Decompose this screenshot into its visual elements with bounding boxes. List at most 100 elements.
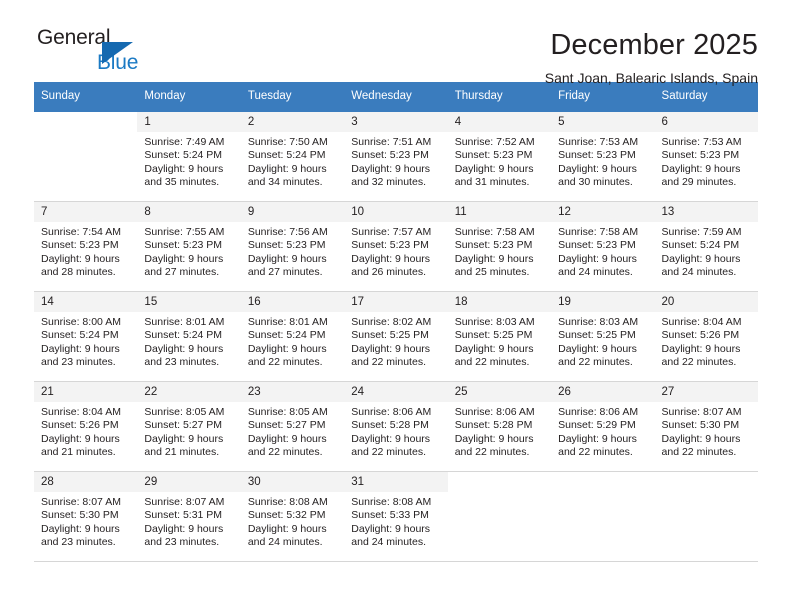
sunrise-text: Sunrise: 7:58 AM	[558, 226, 639, 238]
calendar-day-cell[interactable]: 4 Sunrise: 7:52 AM Sunset: 5:23 PM Daylight…	[447, 111, 552, 202]
day-number: 26	[551, 382, 655, 402]
calendar-day-cell[interactable]: 13 Sunrise: 7:59 AM Sunset: 5:24 PM Dayligh…	[654, 201, 758, 292]
calendar-day-cell[interactable]: 29 Sunrise: 8:07 AM Sunset: 5:31 PM Dayligh…	[137, 471, 241, 562]
day-number: 13	[654, 202, 758, 222]
sunrise-text: Sunrise: 8:04 AM	[41, 406, 121, 418]
day-number: 9	[240, 202, 345, 222]
calendar-day-cell[interactable]: 10 Sunrise: 7:57 AM Sunset: 5:23 PM Dayligh…	[344, 201, 448, 292]
calendar-day-cell[interactable]: 12 Sunrise: 7:58 AM Sunset: 5:23 PM Dayligh…	[551, 201, 655, 292]
calendar-day-cell[interactable]: 14 Sunrise: 8:00 AM Sunset: 5:24 PM Dayligh…	[34, 291, 138, 382]
calendar-day-cell[interactable]: 9 Sunrise: 7:56 AM Sunset: 5:23 PM Daylight…	[240, 201, 345, 292]
sunset-text: Sunset: 5:24 PM	[144, 149, 223, 162]
sunset-text: Sunset: 5:25 PM	[351, 329, 429, 342]
day-number: 29	[137, 472, 241, 492]
daylight-text: and 25 minutes.	[454, 266, 530, 279]
day-number: 19	[551, 292, 655, 312]
daylight-text: and 22 minutes.	[247, 446, 323, 459]
daylight-text: Daylight: 9 hours	[558, 252, 637, 265]
day-details: Sunrise: 8:03 AM Sunset: 5:25 PM Daylight:…	[448, 312, 551, 370]
sunrise-text: Sunrise: 7:56 AM	[247, 226, 328, 238]
calendar-week-row: 1 Sunrise: 7:49 AM Sunset: 5:24 PM Daylight…	[34, 111, 758, 202]
calendar-day-cell[interactable]: 31 Sunrise: 8:08 AM Sunset: 5:33 PM Dayligh…	[344, 471, 448, 562]
sunrise-text: Sunrise: 7:59 AM	[661, 226, 742, 238]
daylight-text: Daylight: 9 hours	[454, 252, 534, 265]
sunrise-text: Sunrise: 8:07 AM	[144, 496, 225, 508]
daylight-text: Daylight: 9 hours	[351, 522, 431, 535]
calendar-day-cell[interactable]: 21 Sunrise: 8:04 AM Sunset: 5:26 PM Dayligh…	[34, 381, 138, 472]
sunrise-text: Sunrise: 7:55 AM	[144, 226, 225, 238]
calendar-day-cell[interactable]: 28 Sunrise: 8:07 AM Sunset: 5:30 PM Dayligh…	[34, 471, 138, 562]
daylight-text: and 28 minutes.	[41, 266, 116, 279]
calendar-day-cell[interactable]: 6 Sunrise: 7:53 AM Sunset: 5:23 PM Daylight…	[654, 111, 758, 202]
calendar-day-cell[interactable]: 25 Sunrise: 8:06 AM Sunset: 5:28 PM Dayligh…	[447, 381, 552, 472]
calendar-day-cell[interactable]: 8 Sunrise: 7:55 AM Sunset: 5:23 PM Daylight…	[137, 201, 241, 292]
daylight-text: and 24 minutes.	[247, 536, 323, 549]
day-details: Sunrise: 8:06 AM Sunset: 5:28 PM Daylight:…	[448, 402, 551, 460]
daylight-text: Daylight: 9 hours	[454, 162, 534, 175]
day-number: 15	[137, 292, 241, 312]
sunrise-text: Sunrise: 8:03 AM	[454, 316, 535, 328]
calendar-day-cell[interactable]: 11 Sunrise: 7:58 AM Sunset: 5:23 PM Dayligh…	[447, 201, 552, 292]
daylight-text: Daylight: 9 hours	[247, 342, 327, 355]
daylight-text: Daylight: 9 hours	[558, 162, 637, 175]
calendar-day-cell[interactable]: 2 Sunrise: 7:50 AM Sunset: 5:24 PM Daylight…	[240, 111, 345, 202]
day-number: 20	[654, 292, 758, 312]
day-number: 5	[551, 112, 655, 132]
calendar-day-cell[interactable]: 26 Sunrise: 8:06 AM Sunset: 5:29 PM Dayligh…	[551, 381, 655, 472]
calendar-day-cell[interactable]: 3 Sunrise: 7:51 AM Sunset: 5:23 PM Daylight…	[344, 111, 448, 202]
day-number	[34, 112, 137, 132]
day-details: Sunrise: 8:06 AM Sunset: 5:28 PM Daylight:…	[344, 402, 447, 460]
day-number: 17	[344, 292, 448, 312]
calendar-day-cell[interactable]: 27 Sunrise: 8:07 AM Sunset: 5:30 PM Dayligh…	[654, 381, 758, 472]
calendar-day-cell[interactable]: 16 Sunrise: 8:01 AM Sunset: 5:24 PM Dayligh…	[240, 291, 345, 382]
day-details: Sunrise: 7:59 AM Sunset: 5:24 PM Daylight:…	[655, 222, 758, 280]
calendar-day-cell[interactable]: 24 Sunrise: 8:06 AM Sunset: 5:28 PM Dayligh…	[344, 381, 448, 472]
calendar-day-cell[interactable]: 23 Sunrise: 8:05 AM Sunset: 5:27 PM Dayligh…	[240, 381, 345, 472]
day-number: 3	[344, 112, 448, 132]
sunset-text: Sunset: 5:33 PM	[351, 509, 429, 522]
day-details: Sunrise: 7:53 AM Sunset: 5:23 PM Daylight:…	[551, 132, 654, 190]
general-blue-logo[interactable]: General Blue	[34, 26, 207, 82]
calendar-day-cell[interactable]: 15 Sunrise: 8:01 AM Sunset: 5:24 PM Dayligh…	[137, 291, 241, 382]
sunrise-text: Sunrise: 8:00 AM	[41, 316, 121, 328]
sunset-text: Sunset: 5:30 PM	[41, 509, 119, 522]
daylight-text: and 22 minutes.	[351, 446, 426, 459]
calendar-day-cell[interactable]: 22 Sunrise: 8:05 AM Sunset: 5:27 PM Dayligh…	[137, 381, 241, 472]
calendar-day-cell[interactable]: 19 Sunrise: 8:03 AM Sunset: 5:25 PM Dayligh…	[551, 291, 655, 382]
calendar-empty-cell	[551, 471, 655, 562]
calendar-day-cell[interactable]: 1 Sunrise: 7:49 AM Sunset: 5:24 PM Daylight…	[137, 111, 241, 202]
sunset-text: Sunset: 5:23 PM	[661, 149, 740, 162]
logo-triangle-icon	[102, 42, 133, 64]
calendar-day-cell[interactable]: 17 Sunrise: 8:02 AM Sunset: 5:25 PM Dayligh…	[344, 291, 448, 382]
sunrise-text: Sunrise: 7:53 AM	[661, 136, 742, 148]
title-block: December 2025 Sant Joan, Balearic Island…	[545, 26, 758, 88]
calendar-day-cell[interactable]: 7 Sunrise: 7:54 AM Sunset: 5:23 PM Daylight…	[34, 201, 138, 292]
day-number: 6	[654, 112, 758, 132]
day-number: 21	[34, 382, 138, 402]
sunset-text: Sunset: 5:24 PM	[144, 329, 223, 342]
sunset-text: Sunset: 5:23 PM	[558, 239, 636, 252]
day-details: Sunrise: 8:00 AM Sunset: 5:24 PM Daylight:…	[34, 312, 137, 370]
daylight-text: Daylight: 9 hours	[144, 522, 224, 535]
sunset-text: Sunset: 5:23 PM	[144, 239, 223, 252]
day-number: 30	[240, 472, 345, 492]
sunrise-text: Sunrise: 7:54 AM	[41, 226, 121, 238]
sunset-text: Sunset: 5:24 PM	[661, 239, 740, 252]
calendar-day-cell[interactable]: 5 Sunrise: 7:53 AM Sunset: 5:23 PM Daylight…	[551, 111, 655, 202]
day-details: Sunrise: 7:50 AM Sunset: 5:24 PM Daylight:…	[241, 132, 344, 190]
daylight-text: and 23 minutes.	[144, 356, 220, 369]
day-details: Sunrise: 8:08 AM Sunset: 5:33 PM Daylight:…	[344, 492, 447, 550]
daylight-text: Daylight: 9 hours	[661, 162, 741, 175]
day-number: 7	[34, 202, 138, 222]
day-details: Sunrise: 7:56 AM Sunset: 5:23 PM Daylight:…	[241, 222, 344, 280]
sunset-text: Sunset: 5:23 PM	[247, 239, 326, 252]
day-details: Sunrise: 7:58 AM Sunset: 5:23 PM Daylight:…	[448, 222, 551, 280]
sunset-text: Sunset: 5:32 PM	[247, 509, 326, 522]
calendar-day-cell[interactable]: 18 Sunrise: 8:03 AM Sunset: 5:25 PM Dayligh…	[447, 291, 552, 382]
day-details: Sunrise: 8:02 AM Sunset: 5:25 PM Daylight:…	[344, 312, 447, 370]
calendar-day-cell[interactable]: 20 Sunrise: 8:04 AM Sunset: 5:26 PM Dayligh…	[654, 291, 758, 382]
calendar-empty-cell	[654, 471, 758, 562]
sunrise-text: Sunrise: 7:50 AM	[247, 136, 328, 148]
sunset-text: Sunset: 5:23 PM	[558, 149, 636, 162]
calendar-day-cell[interactable]: 30 Sunrise: 8:08 AM Sunset: 5:32 PM Dayligh…	[240, 471, 345, 562]
